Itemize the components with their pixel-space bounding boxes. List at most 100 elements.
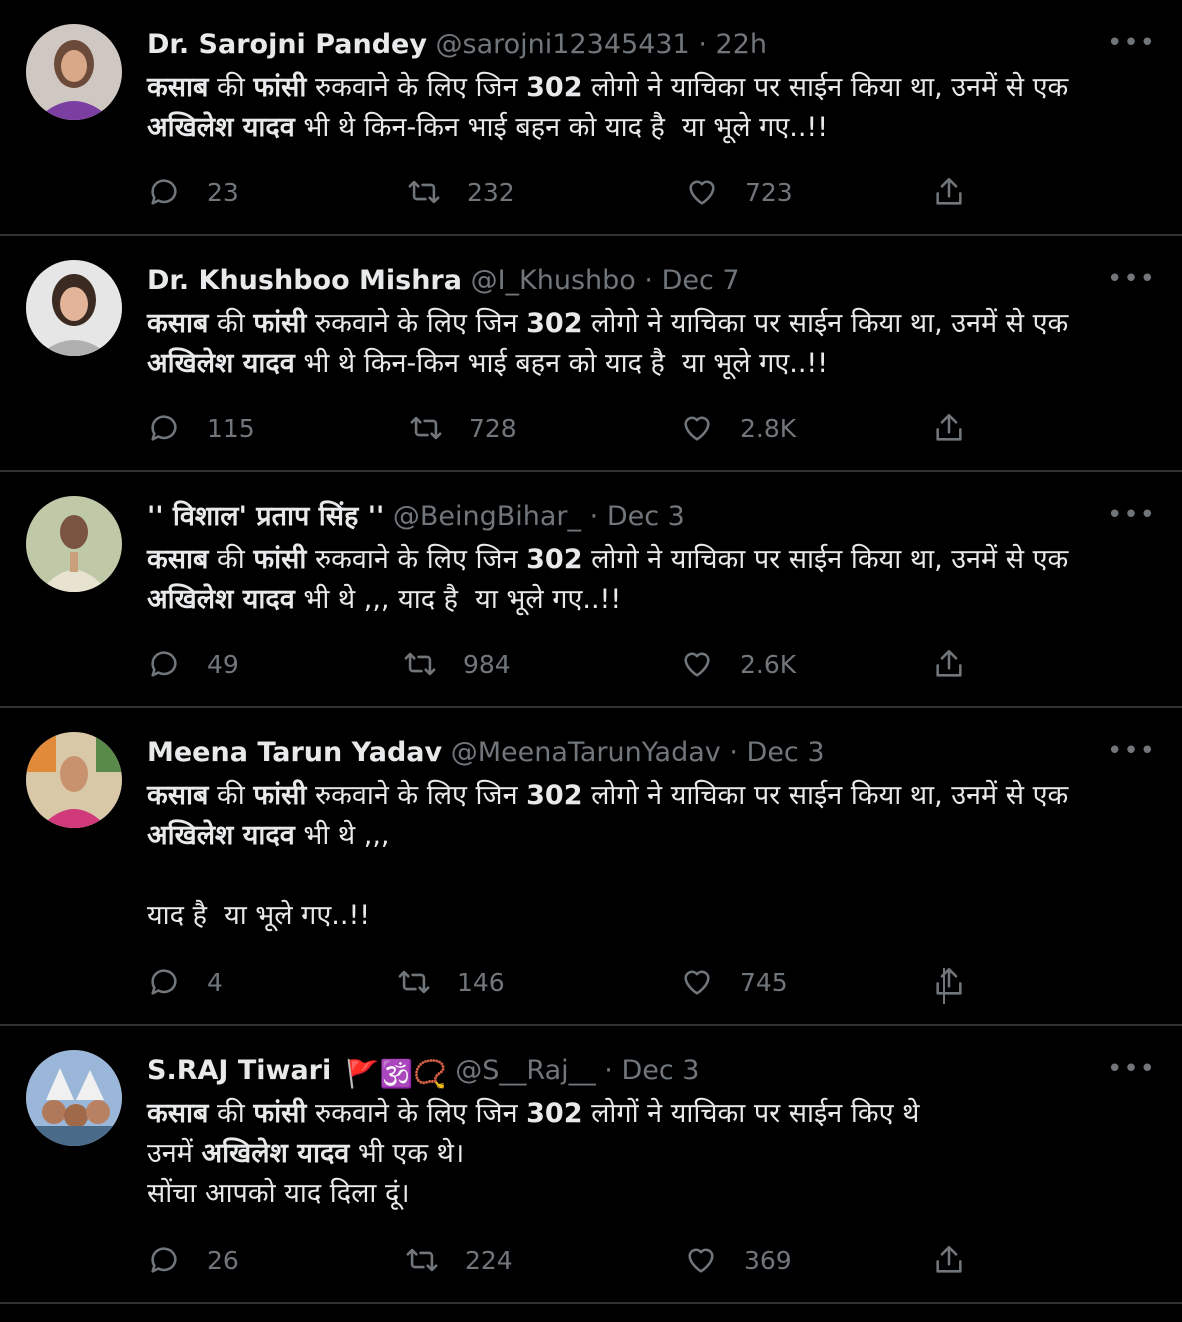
avatar[interactable] <box>26 24 122 120</box>
action-bar: 26 224 369 <box>147 1240 992 1280</box>
text: की <box>208 308 254 339</box>
reply-button[interactable]: 4 <box>147 965 223 999</box>
like-count: 723 <box>745 177 793 207</box>
share-button[interactable] <box>932 175 992 209</box>
retweet-button[interactable]: 728 <box>409 411 517 445</box>
heart-icon <box>688 1248 714 1273</box>
author-name[interactable]: Meena Tarun Yadav <box>147 737 442 768</box>
like-button[interactable]: 745 <box>680 965 788 999</box>
text: की <box>208 1098 254 1129</box>
tweet-text: कसाब की फांसी रुकवाने के लिए जिन 302 लोग… <box>147 304 1142 384</box>
timestamp[interactable]: Dec 3 <box>607 501 685 532</box>
separator-dot: · <box>729 737 738 768</box>
author-name[interactable]: '' विशाल' प्रताप सिंह '' <box>147 501 384 532</box>
share-icon <box>936 649 962 677</box>
like-count: 2.6K <box>740 649 797 679</box>
retweet-icon <box>406 1248 438 1272</box>
tweet[interactable]: Dr. Khushboo Mishra @I_Khushbo · Dec 7 •… <box>0 236 1182 472</box>
like-button[interactable]: 369 <box>684 1243 792 1277</box>
more-icon[interactable]: ••• <box>1107 738 1156 764</box>
author-name[interactable]: Dr. Sarojni Pandey <box>147 29 427 60</box>
reply-icon <box>151 651 177 677</box>
author-handle[interactable]: @MeenaTarunYadav <box>451 737 721 768</box>
avatar[interactable] <box>26 732 122 828</box>
share-button[interactable] <box>932 411 992 445</box>
reply-button[interactable]: 26 <box>147 1243 239 1277</box>
like-button[interactable]: 2.6K <box>680 647 796 681</box>
retweet-button[interactable]: 984 <box>403 647 511 681</box>
action-bar: 49 984 2.6K <box>147 644 992 684</box>
tweet[interactable]: Meena Tarun Yadav @MeenaTarunYadav · Dec… <box>0 708 1182 1026</box>
share-button[interactable] <box>932 965 992 999</box>
bold-text: अखिलेश यादव <box>147 348 295 379</box>
tweet[interactable]: Dr. Sarojni Pandey @sarojni12345431 · 22… <box>0 0 1182 236</box>
bold-text: कसाब <box>147 544 209 575</box>
reply-count: 23 <box>207 177 239 207</box>
bold-text: कसाब <box>147 308 209 339</box>
author-name[interactable]: Dr. Khushboo Mishra <box>147 265 462 296</box>
like-count: 2.8K <box>740 413 797 443</box>
text: रुकवाने के लिए जिन <box>306 544 527 575</box>
author-handle[interactable]: @sarojni12345431 <box>436 29 690 60</box>
action-bar: 115 728 2.8K <box>147 408 992 448</box>
avatar[interactable] <box>26 1050 122 1146</box>
tweet-text: कसाब की फांसी रुकवाने के लिए जिन 302 लोग… <box>147 540 1142 620</box>
bold-text: 302 <box>526 308 583 339</box>
bold-text: 302 <box>526 780 583 811</box>
text: रुकवाने के लिए जिन <box>306 72 527 103</box>
heart-icon <box>684 970 710 995</box>
more-icon[interactable]: ••• <box>1107 30 1156 56</box>
text: की <box>208 544 254 575</box>
share-button[interactable] <box>932 647 992 681</box>
tweet-text: कसाब की फांसी रुकवाने के लिए जिन 302 लोग… <box>147 68 1142 148</box>
separator-dot: · <box>589 501 599 532</box>
retweet-button[interactable]: 232 <box>407 175 515 209</box>
bold-text: अखिलेश यादव <box>201 1138 350 1169</box>
timestamp[interactable]: Dec 3 <box>621 1055 699 1086</box>
bold-text: फांसी <box>253 1098 307 1129</box>
tweet[interactable]: S.RAJ Tiwari 🚩🕉️📿 @S__Raj__ · Dec 3 ••• … <box>0 1026 1182 1304</box>
bold-text: कसाब <box>147 72 209 103</box>
tweet[interactable]: '' विशाल' प्रताप सिंह '' @BeingBihar_ · … <box>0 472 1182 708</box>
retweet-count: 232 <box>467 177 515 207</box>
heart-icon <box>689 180 715 205</box>
retweet-button[interactable]: 224 <box>405 1243 513 1277</box>
share-icon <box>936 177 962 205</box>
text: लोगो ने याचिका पर साईन किया था, उनमें से… <box>591 72 1069 103</box>
bold-text: अखिलेश यादव <box>147 112 295 143</box>
avatar[interactable] <box>26 496 122 592</box>
share-button[interactable] <box>932 1243 992 1277</box>
retweet-count: 224 <box>465 1245 513 1275</box>
separator-dot: · <box>644 265 653 296</box>
more-icon[interactable]: ••• <box>1107 502 1156 528</box>
author-name[interactable]: S.RAJ Tiwari <box>147 1055 331 1086</box>
retweet-button[interactable]: 146 <box>397 965 505 999</box>
more-icon[interactable]: ••• <box>1107 266 1156 292</box>
text: लोगो ने याचिका पर साईन किया था, उनमें से… <box>591 544 1069 575</box>
like-button[interactable]: 723 <box>685 175 793 209</box>
reply-icon <box>151 1247 177 1273</box>
retweet-count: 146 <box>457 967 505 997</box>
reply-button[interactable]: 49 <box>147 647 239 681</box>
avatar[interactable] <box>26 260 122 356</box>
text: की <box>208 72 254 103</box>
like-button[interactable]: 2.8K <box>680 411 796 445</box>
like-count: 369 <box>744 1245 792 1275</box>
timestamp[interactable]: 22h <box>716 29 767 60</box>
reply-button[interactable]: 23 <box>147 175 239 209</box>
more-icon[interactable]: ••• <box>1107 1056 1156 1082</box>
reply-icon <box>151 415 177 441</box>
timestamp[interactable]: Dec 7 <box>662 265 740 296</box>
flag-om-beads-emoji: 🚩🕉️📿 <box>345 1059 447 1090</box>
author-handle[interactable]: @I_Khushbo <box>471 265 636 296</box>
timestamp[interactable]: Dec 3 <box>747 737 825 768</box>
bold-text: फांसी <box>253 72 307 103</box>
bold-text: अखिलेश यादव <box>147 820 295 851</box>
author-handle[interactable]: @BeingBihar_ <box>393 501 581 532</box>
retweet-icon <box>404 652 436 676</box>
author-handle[interactable]: @S__Raj__ <box>455 1055 595 1086</box>
bold-text: 302 <box>526 1098 583 1129</box>
reply-count: 49 <box>207 649 239 679</box>
retweet-icon <box>408 180 440 204</box>
reply-button[interactable]: 115 <box>147 411 255 445</box>
